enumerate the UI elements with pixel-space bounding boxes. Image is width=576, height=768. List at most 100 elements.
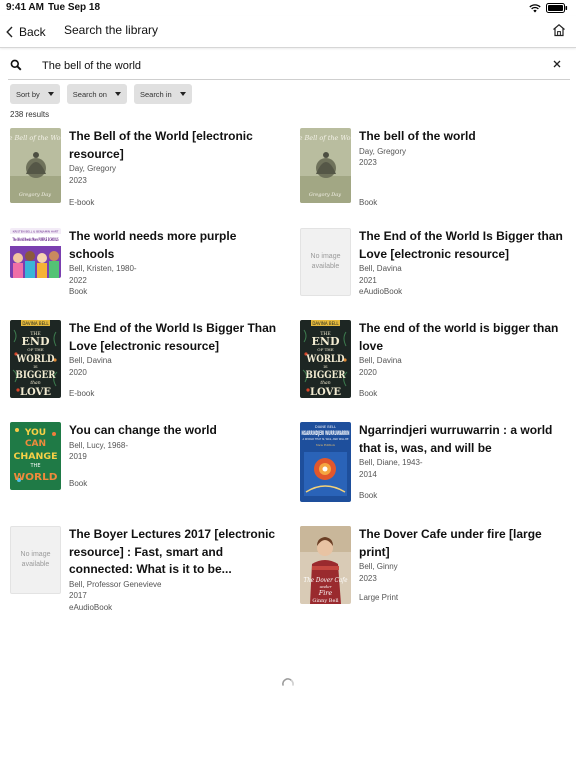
result-format: Book <box>359 198 378 207</box>
result-format: E-book <box>69 198 95 207</box>
search-on-label: Search on <box>72 89 107 99</box>
book-cover: DAVINA BELL THE END OF THE WORLD IS BIGG… <box>300 320 351 398</box>
result-author: Bell, Professor Genevieve <box>69 579 162 589</box>
result-year: 2019 <box>69 452 87 461</box>
cover-title-love: LOVE <box>310 387 341 398</box>
cover-title-change: CHANGE <box>14 452 58 462</box>
result-author: Bell, Kristen, 1980- <box>69 264 137 273</box>
result-info: The world needs more purple schools Bell… <box>69 228 279 298</box>
search-icon <box>10 59 22 71</box>
result-item[interactable]: DAVINA BELL THE END OF THE WORLD IS BIGG… <box>300 320 570 400</box>
caret-down-icon <box>114 92 121 96</box>
result-format: eAudioBook <box>69 602 113 612</box>
result-title: The Dover Cafe under fire [large print] <box>359 527 542 559</box>
result-info: The end of the world is bigger than love… <box>359 320 569 378</box>
result-info: The Boyer Lectures 2017 [electronic reso… <box>69 526 279 613</box>
results-count: 238 results <box>10 110 50 119</box>
cover-author: DIANE BELL <box>315 425 336 429</box>
cover-title-is: IS <box>323 364 328 369</box>
result-item[interactable]: No image available The End of the World … <box>300 228 570 300</box>
result-title: The Boyer Lectures 2017 [electronic reso… <box>69 527 276 576</box>
result-title: The End of the World Is Bigger Than Love… <box>69 321 277 353</box>
book-cover: YOU CAN CHANGE THE WORLD <box>10 422 61 490</box>
cover-title-than: than <box>320 380 330 386</box>
navigation-bar: Back Search the library <box>0 16 576 48</box>
result-author: Bell, Davina <box>359 356 402 365</box>
cover-title-love: LOVE <box>20 387 51 398</box>
no-image-label: No image available <box>310 253 341 270</box>
result-item[interactable]: No image available The Boyer Lectures 20… <box>10 526 280 613</box>
cover-title: The Bell of the World <box>300 134 351 142</box>
result-info: The End of the World Is Bigger Than Love… <box>69 320 279 378</box>
sort-by-dropdown[interactable]: Sort by <box>10 84 60 104</box>
home-icon[interactable] <box>552 23 566 37</box>
cover-title-world: WORLD <box>14 472 58 483</box>
result-year: 2014 <box>359 469 377 479</box>
result-author: Bell, Davina <box>69 356 112 365</box>
book-cover: The Bell of the World Gregory Day <box>300 128 351 203</box>
result-info: The Dover Cafe under fire [large print] … <box>359 526 569 584</box>
battery-icon <box>546 3 568 13</box>
wifi-icon <box>529 3 541 12</box>
result-item[interactable]: The Bell of the World Gregory Day The be… <box>300 128 570 208</box>
result-item[interactable]: DAVINA BELL THE END OF THE WORLD IS BIGG… <box>10 320 280 400</box>
page-title: Search the library <box>64 23 159 37</box>
result-format: Book <box>69 479 88 488</box>
search-in-dropdown[interactable]: Search in <box>133 84 192 104</box>
status-time: 9:41 AM <box>6 2 44 13</box>
result-format: Book <box>359 389 378 398</box>
clear-search-icon[interactable] <box>552 59 562 69</box>
chevron-left-icon <box>6 26 13 38</box>
caret-down-icon <box>179 92 186 96</box>
result-year: 2020 <box>69 367 87 377</box>
caret-down-icon <box>47 92 54 96</box>
book-cover: DAVINA BELL THE END OF THE WORLD IS BIGG… <box>10 320 61 398</box>
book-cover: The Dover Cafe under Fire Ginny Bell <box>300 526 351 604</box>
cover-author: Gregory Day <box>309 192 341 198</box>
result-info: The bell of the world Day, Gregory 2023 <box>359 128 569 169</box>
cover-title-bigger: BIGGER <box>306 370 347 381</box>
result-author: Day, Gregory <box>69 164 116 173</box>
result-format: Book <box>359 491 378 500</box>
result-year: 2022 <box>69 275 87 285</box>
result-format: Large Print <box>359 593 399 602</box>
result-title: The bell of the world <box>359 129 476 143</box>
cover-title-bigger: BIGGER <box>16 370 57 381</box>
result-format: eAudioBook <box>359 287 403 296</box>
cover-title: The World Needs More PURPLE SCHOOLS <box>13 237 59 243</box>
back-button[interactable]: Back <box>6 22 46 42</box>
search-underline <box>8 79 570 80</box>
cover-author: KRISTEN BELL & BENJAMIN HART <box>13 230 59 234</box>
no-image-placeholder: No image available <box>300 228 351 296</box>
result-item[interactable]: KRISTEN BELL & BENJAMIN HART The World N… <box>10 228 280 300</box>
search-input[interactable]: The bell of the world <box>42 60 141 72</box>
cover-author: DAVINA BELL <box>22 321 49 326</box>
book-cover: KRISTEN BELL & BENJAMIN HART The World N… <box>10 228 61 278</box>
cover-title: The Dover Cafe <box>304 577 348 584</box>
cover-title-the: THE <box>30 463 41 469</box>
result-title: You can change the world <box>69 423 217 437</box>
result-author: Day, Gregory <box>359 146 406 156</box>
result-item[interactable]: YOU CAN CHANGE THE WORLD You can change … <box>10 422 280 502</box>
result-item[interactable]: The Dover Cafe under Fire Ginny Bell The… <box>300 526 570 606</box>
result-item[interactable]: DIANE BELL NGARRINDJERI WURRUWARRIN A WO… <box>300 422 570 506</box>
result-item[interactable]: The Bell of the World Gregory Day The Be… <box>10 128 280 208</box>
result-year: 2017 <box>69 591 87 600</box>
result-year: 2023 <box>69 175 87 185</box>
status-bar: 9:41 AM Tue Sep 18 <box>0 0 576 16</box>
result-author: Bell, Lucy, 1968- <box>69 440 128 450</box>
result-info: You can change the world Bell, Lucy, 196… <box>69 422 279 463</box>
search-bar: The bell of the world <box>0 54 576 80</box>
result-title: The end of the world is bigger than love <box>359 321 559 353</box>
cover-subtitle: A WORLD THAT IS, WAS, AND WILL BE <box>303 437 349 441</box>
cover-title-than: than <box>30 380 40 386</box>
search-on-dropdown[interactable]: Search on <box>66 84 127 104</box>
no-image-placeholder: No image available <box>10 526 61 594</box>
result-year: 2023 <box>359 158 377 167</box>
result-author: Bell, Ginny <box>359 562 398 571</box>
cover-title-of-the: OF THE <box>317 347 333 352</box>
cover-author: Ginny Bell <box>312 598 339 604</box>
book-cover: The Bell of the World Gregory Day <box>10 128 61 203</box>
result-format: Book <box>69 287 88 296</box>
result-author: Bell, Davina <box>359 264 402 273</box>
